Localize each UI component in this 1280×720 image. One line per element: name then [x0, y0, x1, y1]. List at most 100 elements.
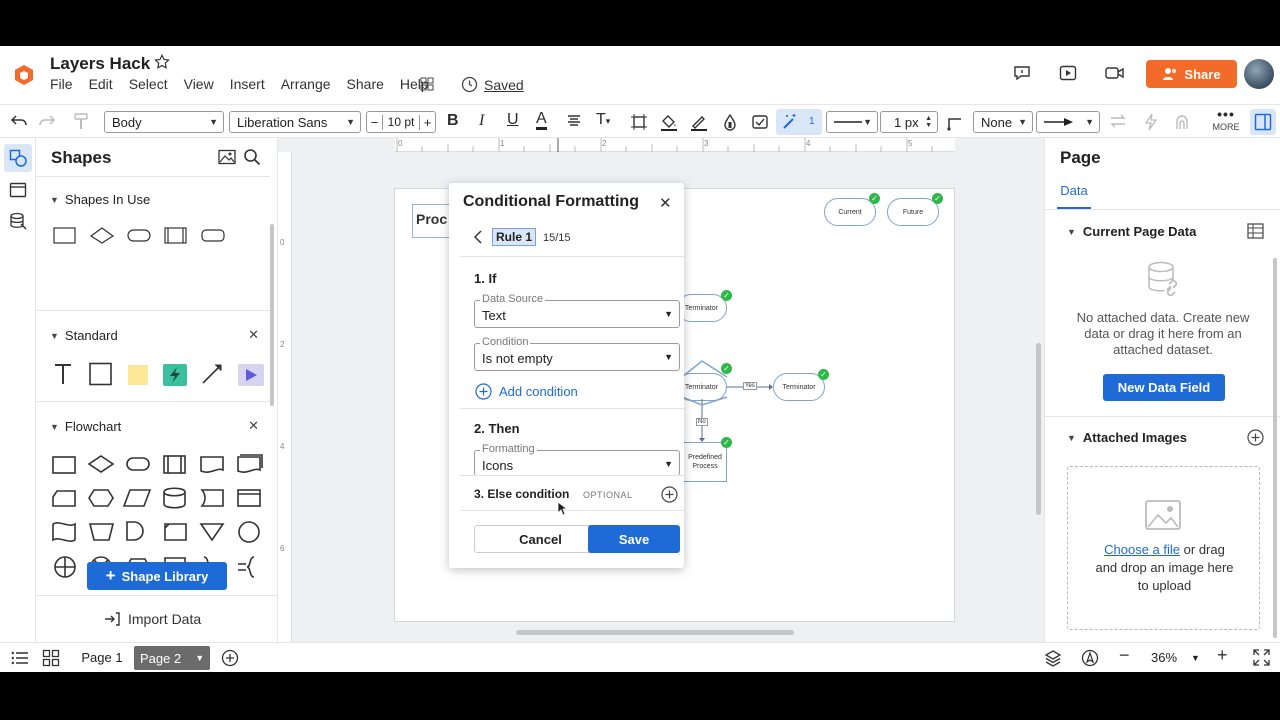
share-button[interactable]: Share	[1146, 60, 1237, 88]
text-style-select[interactable]: Body ▼	[104, 111, 224, 133]
diamond-shape[interactable]	[89, 227, 115, 244]
choose-file-link[interactable]: Choose a file	[1104, 542, 1180, 557]
add-image-icon[interactable]	[1247, 429, 1264, 446]
predefined-process-shape[interactable]	[164, 227, 187, 244]
close-icon[interactable]: ✕	[248, 418, 259, 434]
horizontal-scrollbar[interactable]	[516, 630, 794, 635]
table-icon[interactable]	[1247, 223, 1264, 239]
video-shape[interactable]	[238, 364, 264, 386]
font-size-stepper[interactable]: −10 pt +	[366, 111, 436, 133]
video-icon[interactable]	[1105, 66, 1125, 80]
add-condition-button[interactable]: Add condition	[475, 383, 578, 400]
zoom-out-icon[interactable]: −	[1119, 645, 1130, 666]
right-panel-scrollbar[interactable]	[1273, 258, 1277, 638]
redo-icon[interactable]	[38, 113, 56, 129]
page-tab-2[interactable]: Page 2 ▼	[134, 646, 210, 670]
menu-edit[interactable]: Edit	[89, 76, 113, 92]
add-else-icon[interactable]	[661, 486, 678, 503]
text-color-icon[interactable]: A	[536, 110, 547, 130]
panel-toggle-button[interactable]	[1250, 109, 1276, 135]
panel-scrollbar[interactable]	[270, 224, 274, 406]
navigate-icon[interactable]	[1081, 649, 1099, 667]
tab-data[interactable]: Data	[1057, 183, 1091, 209]
format-painter-icon[interactable]	[73, 113, 89, 130]
condition-select[interactable]: Condition Is not empty ▼	[474, 336, 680, 371]
integrations-icon[interactable]	[419, 76, 435, 92]
lightning-icon[interactable]	[1144, 113, 1158, 131]
line-style-select[interactable]: ▼	[826, 111, 878, 133]
data-icon[interactable]	[9, 212, 27, 230]
menu-view[interactable]: View	[184, 76, 214, 92]
document-title[interactable]: Layers Hack	[50, 54, 150, 74]
arrow-end-select[interactable]: ▼	[1036, 111, 1100, 133]
lock-icon[interactable]	[1173, 113, 1191, 131]
close-icon[interactable]: ✕	[248, 327, 259, 343]
back-icon[interactable]	[474, 230, 482, 244]
search-icon[interactable]	[243, 148, 261, 166]
action-shape[interactable]	[163, 364, 187, 386]
page-list-icon[interactable]	[11, 650, 29, 666]
smart-actions-button[interactable]: 1	[776, 109, 822, 135]
data-source-select[interactable]: Data Source Text ▼	[474, 293, 680, 328]
zoom-in-icon[interactable]: +	[1217, 645, 1228, 666]
terminator-node-1[interactable]: Terminator	[677, 294, 727, 322]
image-search-icon[interactable]	[218, 149, 236, 165]
terminator-shape[interactable]	[127, 229, 151, 242]
font-size-decrease[interactable]: −	[367, 114, 383, 130]
fullscreen-icon[interactable]	[1253, 649, 1270, 666]
section-shapes-in-use[interactable]: ▼ Shapes In Use	[50, 192, 150, 207]
font-size-value[interactable]: 10 pt	[388, 115, 415, 129]
menu-file[interactable]: File	[50, 76, 73, 92]
future-node[interactable]: Future	[887, 198, 939, 226]
comment-icon[interactable]	[1013, 65, 1031, 81]
app-logo[interactable]	[14, 64, 34, 86]
undo-icon[interactable]	[10, 113, 28, 129]
page-tab-1[interactable]: Page 1	[74, 646, 130, 670]
zoom-select[interactable]: 36% ▼	[1151, 650, 1200, 665]
layers-icon[interactable]	[1044, 649, 1062, 667]
bold-icon[interactable]: B	[447, 112, 459, 130]
arrow-start-select[interactable]: None ▼	[973, 111, 1033, 133]
text-options-icon[interactable]: T▾	[596, 111, 610, 129]
page-grid-icon[interactable]	[42, 649, 60, 667]
new-data-field-button[interactable]: New Data Field	[1103, 374, 1225, 401]
save-button[interactable]: Save	[588, 525, 680, 553]
saved-status[interactable]: Saved	[461, 76, 524, 93]
align-icon[interactable]	[566, 113, 582, 129]
line-color-icon[interactable]	[690, 113, 708, 131]
font-size-increase[interactable]: +	[418, 114, 435, 130]
rectangle-shape[interactable]	[53, 227, 76, 244]
position-icon[interactable]	[630, 113, 648, 131]
section-flowchart[interactable]: ▼ Flowchart	[50, 419, 121, 434]
menu-arrange[interactable]: Arrange	[281, 76, 331, 92]
line-width-select[interactable]: 1 px ▲ ▼	[880, 111, 938, 133]
import-data-button[interactable]: Import Data	[104, 611, 201, 627]
menu-select[interactable]: Select	[129, 76, 168, 92]
close-icon[interactable]: ✕	[659, 194, 672, 212]
formatting-select[interactable]: Formatting Icons ▼	[474, 443, 680, 476]
text-shape[interactable]	[55, 364, 71, 384]
line-shape-icon[interactable]	[946, 113, 964, 131]
shapes-rail-button[interactable]	[4, 144, 32, 172]
italic-icon[interactable]: I	[479, 112, 484, 130]
underline-icon[interactable]: U	[507, 111, 519, 129]
menu-insert[interactable]: Insert	[230, 76, 265, 92]
arrow-shape[interactable]	[202, 364, 222, 384]
add-page-icon[interactable]	[221, 649, 239, 667]
current-node[interactable]: Current	[824, 198, 876, 226]
note-shape[interactable]	[128, 365, 148, 385]
conditional-formatting-icon[interactable]	[751, 113, 769, 131]
attached-images-header[interactable]: ▼ Attached Images	[1067, 430, 1187, 445]
shape-library-button[interactable]: + Shape Library	[87, 562, 227, 590]
vertical-scrollbar[interactable]	[1036, 343, 1041, 515]
fill-color-icon[interactable]	[660, 113, 678, 131]
present-icon[interactable]	[1059, 65, 1077, 81]
block-shape[interactable]	[89, 362, 112, 386]
more-button[interactable]: ••• MORE	[1211, 107, 1241, 135]
menu-share[interactable]: Share	[347, 76, 384, 92]
avatar[interactable]	[1244, 59, 1274, 89]
section-standard[interactable]: ▼ Standard	[50, 328, 118, 343]
font-select[interactable]: Liberation Sans ▼	[229, 111, 361, 133]
templates-icon[interactable]	[9, 181, 27, 199]
swap-arrows-icon[interactable]	[1109, 113, 1127, 129]
